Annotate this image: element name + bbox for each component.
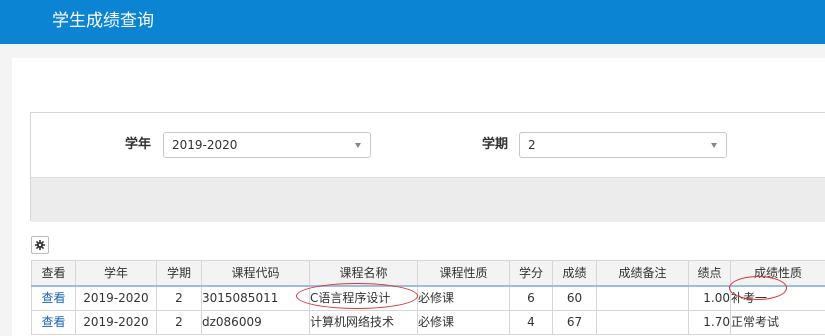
cell-course-code: 3015085011 xyxy=(201,285,310,311)
column-header[interactable]: 成绩备注 xyxy=(596,260,689,287)
term-select[interactable]: 2 xyxy=(519,132,727,158)
cell-score: 60 xyxy=(552,285,597,311)
view-link[interactable]: 查看 xyxy=(41,291,65,305)
term-label: 学期 xyxy=(482,137,509,152)
column-header[interactable]: 查看 xyxy=(31,260,76,287)
year-select[interactable]: 2019-2020 xyxy=(163,132,371,158)
view-link[interactable]: 查看 xyxy=(41,315,65,329)
cell-term: 2 xyxy=(156,285,202,311)
cell-score-note xyxy=(596,310,689,335)
year-label: 学年 xyxy=(125,137,152,152)
cell-year: 2019-2020 xyxy=(75,310,157,335)
term-select-value: 2 xyxy=(528,138,536,152)
column-header[interactable]: 绩点 xyxy=(688,260,731,287)
table-row[interactable]: 查看 2019-2020 2 3015085011 C语言程序设计 必修课 6 … xyxy=(31,285,825,311)
chevron-down-icon xyxy=(355,143,361,148)
gear-icon xyxy=(35,240,45,250)
cell-score: 67 xyxy=(552,310,597,335)
cell-term: 2 xyxy=(156,310,202,335)
page-title: 学生成绩查询 xyxy=(52,11,154,31)
grades-table: 查看 学年 学期 课程代码 课程名称 课程性质 学分 成绩 成绩备注 绩点 成绩… xyxy=(31,260,825,335)
cell-course-type: 必修课 xyxy=(417,285,510,311)
filter-form: 学年 2019-2020 学期 2 xyxy=(30,112,825,222)
cell-gpa: 1.00 xyxy=(688,285,731,311)
table-row[interactable]: 查看 2019-2020 2 dz086009 计算机网络技术 必修课 4 67… xyxy=(31,310,825,335)
column-header[interactable]: 课程性质 xyxy=(417,260,510,287)
column-settings-button[interactable] xyxy=(31,236,49,254)
cell-gpa: 1.70 xyxy=(688,310,731,335)
chevron-down-icon xyxy=(711,143,717,148)
annotation-ellipse xyxy=(729,276,787,300)
table-header-row: 查看 学年 学期 课程代码 课程名称 课程性质 学分 成绩 成绩备注 绩点 成绩… xyxy=(31,260,825,287)
cell-credit: 6 xyxy=(509,285,553,311)
cell-credit: 4 xyxy=(509,310,553,335)
column-header[interactable]: 学期 xyxy=(156,260,202,287)
column-header[interactable]: 成绩 xyxy=(552,260,597,287)
cell-course-name: 计算机网络技术 xyxy=(309,310,418,335)
cell-score-nature: 正常考试 xyxy=(730,310,825,335)
annotation-ellipse xyxy=(296,283,418,309)
column-header[interactable]: 学年 xyxy=(75,260,157,287)
cell-score-note xyxy=(596,285,689,311)
app-header: 学生成绩查询 xyxy=(0,0,825,44)
cell-course-type: 必修课 xyxy=(417,310,510,335)
filter-action-bar xyxy=(31,177,825,222)
cell-year: 2019-2020 xyxy=(75,285,157,311)
column-header[interactable]: 学分 xyxy=(509,260,553,287)
year-select-value: 2019-2020 xyxy=(172,138,238,152)
cell-course-code: dz086009 xyxy=(201,310,310,335)
column-header[interactable]: 课程代码 xyxy=(201,260,310,287)
